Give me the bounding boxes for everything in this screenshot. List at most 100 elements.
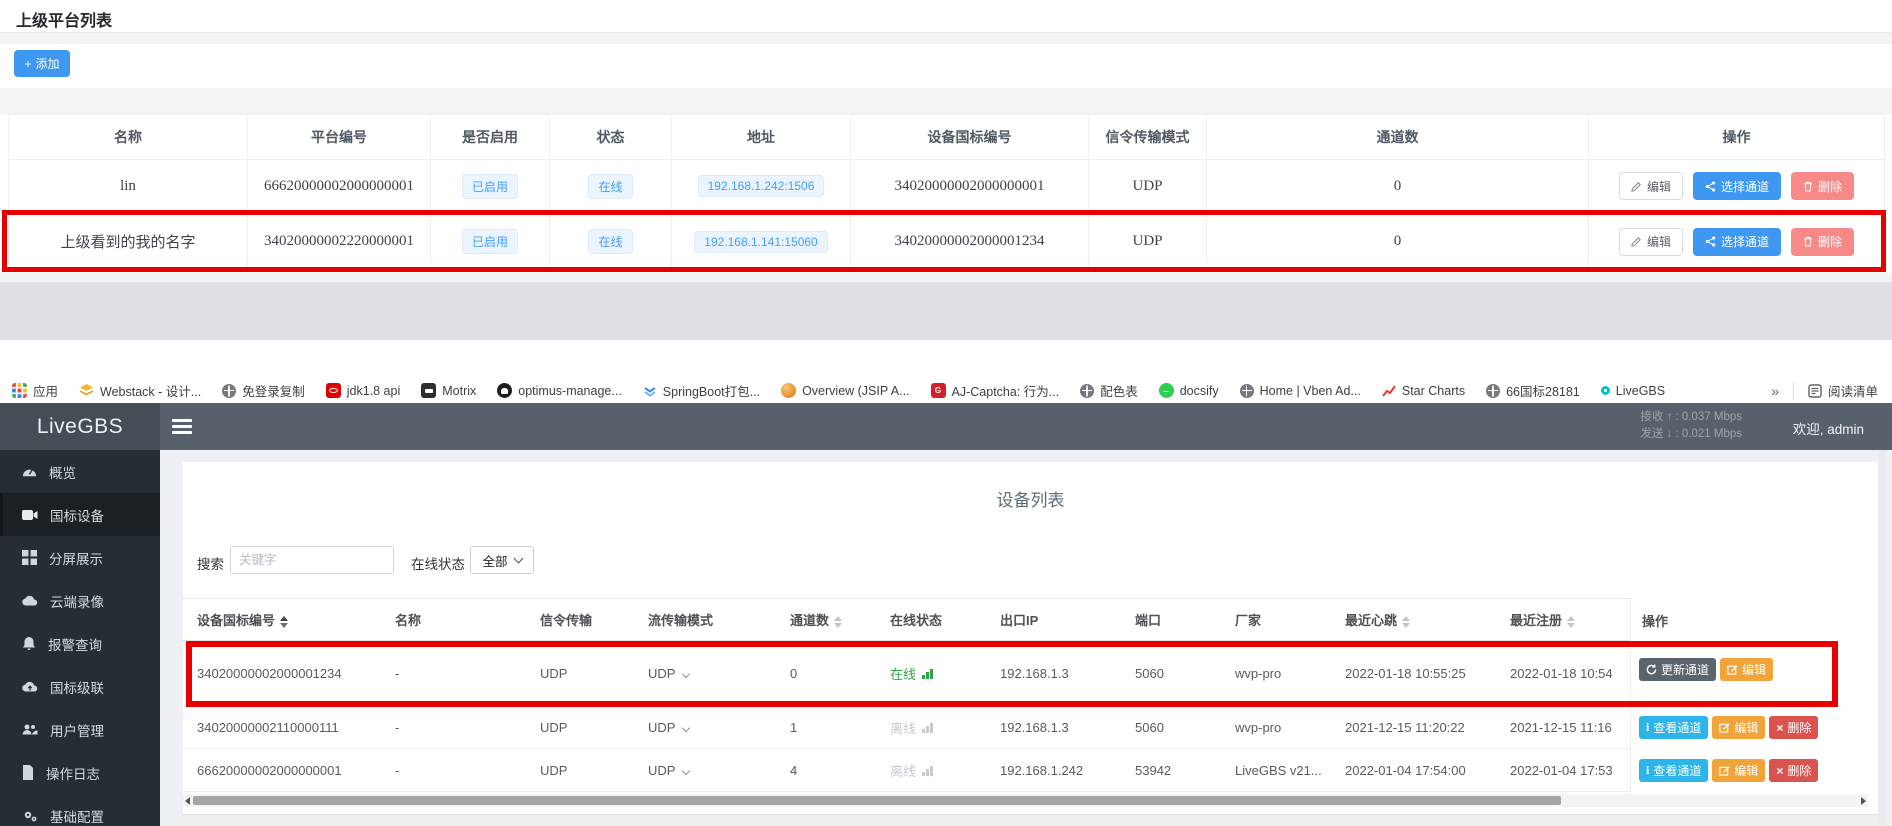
- cell-stream-mode[interactable]: UDP: [634, 641, 776, 706]
- view-channels-button[interactable]: i 查看通道: [1639, 759, 1708, 782]
- delete-button[interactable]: × 删除: [1769, 759, 1818, 782]
- bookmark-springboot[interactable]: SpringBoot打包...: [643, 381, 760, 400]
- col-device-id[interactable]: 设备国标编号: [183, 599, 381, 641]
- bookmark-docsify[interactable]: docsify: [1159, 383, 1219, 398]
- cell-online-state: 离线: [876, 749, 986, 792]
- cell-platform-id: 34020000002220000001: [248, 213, 431, 271]
- col-vendor: 厂家: [1221, 599, 1331, 641]
- bookmark-colors[interactable]: 配色表: [1080, 381, 1138, 400]
- bandwidth-chart-icon[interactable]: [922, 766, 933, 776]
- sidebar-item-user-management[interactable]: 用户管理: [0, 708, 160, 751]
- edit-button[interactable]: 编辑: [1619, 172, 1683, 200]
- cell-stream-mode[interactable]: UDP: [634, 706, 776, 749]
- col-name: 名称: [9, 115, 248, 160]
- plus-icon: +: [24, 57, 31, 71]
- grid-icon: [22, 550, 37, 565]
- add-button[interactable]: + + 添加 添加: [14, 50, 70, 77]
- platform-table: 名称 平台编号 是否启用 状态 地址 设备国标编号 信令传输模式 通道数 操作 …: [8, 114, 1885, 271]
- update-channels-button[interactable]: 更新通道: [1639, 658, 1716, 681]
- sidebar-item-operation-log[interactable]: 操作日志: [0, 751, 160, 794]
- bookmark-gb28181[interactable]: 66国标28181: [1486, 381, 1580, 400]
- cell-ip: 192.168.1.3: [986, 706, 1121, 749]
- chevrons-icon: [643, 384, 657, 398]
- edit-button[interactable]: 编辑: [1619, 228, 1683, 256]
- cell-address: 192.168.1.242:1506: [672, 160, 851, 213]
- github-icon: [497, 383, 512, 398]
- actions-row: i 查看通道 编辑 × 删除: [1639, 716, 1818, 739]
- sidebar-item-basic-config[interactable]: 基础配置: [0, 794, 160, 826]
- cell-signal: UDP: [526, 749, 634, 792]
- users-icon: [22, 723, 38, 736]
- sidebar-item-cloud-recording[interactable]: 云端录像: [0, 579, 160, 622]
- bookmark-ajcaptcha[interactable]: G AJ-Captcha: 行为...: [931, 381, 1060, 400]
- bookmark-optimus[interactable]: optimus-manage...: [497, 383, 622, 398]
- cell-stream-mode[interactable]: UDP: [634, 749, 776, 792]
- col-channels: 通道数: [1207, 115, 1589, 160]
- col-heartbeat[interactable]: 最近心跳: [1331, 599, 1496, 641]
- cell-name: lin: [9, 160, 248, 213]
- bookmark-starcharts[interactable]: Star Charts: [1382, 384, 1465, 398]
- sort-icon: [834, 616, 842, 628]
- col-transport: 信令传输模式: [1089, 115, 1207, 160]
- scroll-right-arrow[interactable]: [1861, 797, 1866, 805]
- bookmark-livegbs[interactable]: LiveGBS: [1601, 384, 1665, 398]
- col-actions: 操作: [1589, 115, 1885, 160]
- col-device-gb-id: 设备国标编号: [851, 115, 1089, 160]
- select-channel-button[interactable]: 选择通道: [1693, 228, 1781, 256]
- divider: [1793, 383, 1794, 399]
- view-channels-button[interactable]: i 查看通道: [1639, 716, 1708, 739]
- vertical-scrollbar-track[interactable]: [1878, 450, 1886, 826]
- select-channel-button[interactable]: 选择通道: [1693, 172, 1781, 200]
- edit-button[interactable]: 编辑: [1712, 716, 1765, 739]
- oracle-icon: [326, 383, 341, 398]
- sidebar-item-devices[interactable]: 国标设备: [0, 493, 160, 536]
- cell-online-state: 在线: [876, 641, 986, 706]
- bandwidth-chart-icon[interactable]: [922, 669, 933, 679]
- scrollbar-thumb[interactable]: [193, 796, 1561, 805]
- chevron-down-icon: [513, 554, 523, 564]
- browser-toolbar: ← → ⌂ ⚠ 不安全 192.168.1.141:20000 /#/devic…: [0, 340, 1892, 378]
- horizontal-scrollbar[interactable]: [183, 794, 1868, 807]
- screenshot-stage: 上级平台列表 + + 添加 添加 名称 平台编号 是否启用 状态 地址 设备国标…: [0, 0, 1892, 826]
- cell-name: -: [381, 641, 526, 706]
- scroll-left-arrow[interactable]: [185, 797, 190, 805]
- cell-online-state: 离线: [876, 706, 986, 749]
- delete-button[interactable]: 删除: [1791, 228, 1854, 256]
- edit-button[interactable]: 编辑: [1720, 658, 1773, 681]
- col-channels[interactable]: 通道数: [776, 599, 876, 641]
- sidebar-item-cascade[interactable]: 国标级联: [0, 665, 160, 708]
- sidebar-item-overview[interactable]: 概览: [0, 450, 160, 493]
- search-input[interactable]: [230, 546, 394, 574]
- livegbs-icon: [1601, 386, 1610, 395]
- device-table: 设备国标编号 名称 信令传输 流传输模式 通道数 在线状态 出口IP 端口 厂家…: [183, 598, 1878, 792]
- delete-button[interactable]: × 删除: [1769, 716, 1818, 739]
- cell-signal: UDP: [526, 706, 634, 749]
- sidebar-item-alarm-query[interactable]: 报警查询: [0, 622, 160, 665]
- bookmarks-overflow-icon[interactable]: »: [1771, 383, 1779, 399]
- edit-button[interactable]: 编辑: [1712, 759, 1765, 782]
- cell-device-id: 34020000002110000111: [183, 706, 381, 749]
- cell-vendor: wvp-pro: [1221, 641, 1331, 706]
- bookmark-motrix[interactable]: Motrix: [421, 383, 476, 398]
- sidebar-item-split-screen[interactable]: 分屏展示: [0, 536, 160, 579]
- col-port: 端口: [1121, 599, 1221, 641]
- online-status-label: 在线状态: [411, 553, 465, 573]
- cell-device-gb-id: 34020000002000001234: [851, 213, 1089, 271]
- bookmark-jdk[interactable]: jdk1.8 api: [326, 383, 401, 398]
- cell-channels: 0: [776, 641, 876, 706]
- bookmark-copy[interactable]: 免登录复制: [222, 381, 305, 400]
- bookmarks-bar: 应用 Webstack - 设计... 免登录复制 jdk1.8 api Mot…: [0, 378, 1892, 403]
- globe-icon: [1080, 384, 1094, 398]
- reading-list-button[interactable]: 阅读清单: [1808, 381, 1878, 400]
- pencil-icon: [1631, 181, 1642, 192]
- bookmark-overview[interactable]: Overview (JSIP A...: [781, 383, 909, 398]
- status-badge: 在线: [588, 229, 632, 254]
- info-icon: i: [1646, 720, 1649, 735]
- bookmark-webstack[interactable]: Webstack - 设计...: [79, 381, 201, 400]
- delete-button[interactable]: 删除: [1791, 172, 1854, 200]
- bookmark-vben[interactable]: Home | Vben Ad...: [1240, 384, 1361, 398]
- bandwidth-chart-icon[interactable]: [922, 723, 933, 733]
- online-status-select[interactable]: 全部: [470, 546, 534, 574]
- sidebar-toggle-icon[interactable]: [172, 419, 192, 437]
- bookmark-apps[interactable]: 应用: [12, 381, 58, 400]
